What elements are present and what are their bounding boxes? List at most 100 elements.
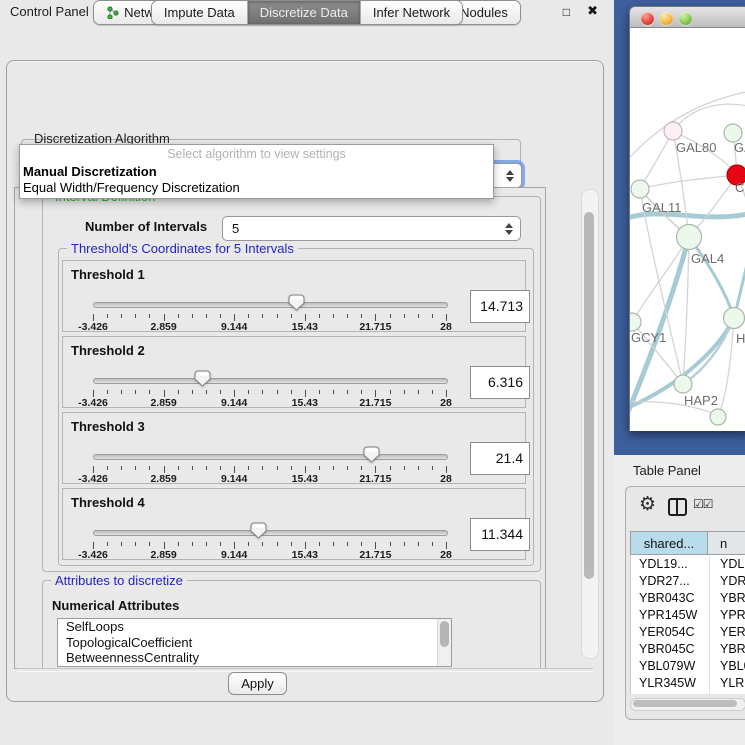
slider-track[interactable] (93, 530, 448, 536)
table-horizontal-scrollbar[interactable] (630, 698, 745, 711)
tick-mark (305, 542, 306, 549)
tick-mark (135, 390, 136, 394)
tick-mark (375, 390, 376, 397)
slider-handle[interactable] (194, 370, 211, 387)
node-label: GA (734, 140, 745, 155)
columns-icon[interactable] (668, 498, 687, 516)
cell-name: YBL0 (709, 657, 745, 674)
threshold-value-field[interactable]: 6.316 (470, 366, 530, 399)
slider-handle[interactable] (363, 446, 380, 463)
table-row[interactable]: YDL19...YDL1 (631, 555, 745, 572)
number-of-intervals-spinner[interactable]: 5 (222, 216, 521, 241)
scrollbar-thumb[interactable] (633, 700, 737, 707)
tick-mark (432, 314, 433, 318)
tick-mark (361, 390, 362, 394)
column-header-shared-name[interactable]: shared... (630, 531, 708, 555)
cell-name: YER0 (709, 623, 745, 640)
tick-mark (305, 390, 306, 397)
attribute-item[interactable]: BetweennessCentrality (58, 650, 451, 666)
table-row[interactable]: YER054CYER0 (631, 623, 745, 640)
tab-impute-data[interactable]: Impute Data (152, 1, 247, 24)
network-node[interactable] (677, 225, 702, 250)
apply-button[interactable]: Apply (228, 672, 287, 695)
tick-mark (121, 466, 122, 470)
control-panel-window: Control Panel □ ✖ NetworkStyleSelectCyni… (0, 0, 614, 745)
tab-discretize-data[interactable]: Discretize Data (247, 1, 360, 24)
tick-mark (135, 314, 136, 318)
table-row[interactable]: YLR345WYLR3 (631, 674, 745, 691)
cyni-toolbox-panel: Discretization Algorithm Select algorith… (6, 60, 604, 702)
tick-label: -3.426 (70, 549, 116, 561)
tick-mark (277, 466, 278, 470)
popup-item-manual-discretization[interactable]: Manual Discretization (23, 164, 157, 179)
network-node[interactable] (631, 180, 649, 198)
settings-scroll-viewport: Interval Definition Number of Intervals … (14, 187, 546, 669)
threshold-value-field[interactable]: 21.4 (470, 442, 530, 475)
tick-mark (149, 466, 150, 470)
tick-mark (178, 542, 179, 546)
table-row[interactable]: YDR27...YDR2 (631, 572, 745, 589)
network-node[interactable] (674, 375, 692, 393)
scrollbar-thumb[interactable] (440, 621, 449, 647)
table-row[interactable]: YBL079WYBL0 (631, 657, 745, 674)
network-window-titlebar[interactable] (629, 6, 745, 28)
slider-track[interactable] (93, 454, 448, 460)
numerical-attributes-label: Numerical Attributes (52, 598, 179, 613)
threshold-value-field[interactable]: 14.713 (470, 290, 530, 323)
algorithm-placeholder-item[interactable]: Select algorithm to view settings (20, 147, 493, 161)
tick-label: 9.144 (211, 321, 257, 333)
slider-handle[interactable] (288, 294, 305, 311)
scrollbar-thumb[interactable] (584, 212, 594, 579)
attribute-item[interactable]: TopologicalCoefficient (58, 635, 451, 651)
network-node[interactable] (724, 308, 745, 329)
tick-label: 9.144 (211, 397, 257, 409)
tick-mark (333, 390, 334, 394)
attributes-list-scrollbar[interactable] (437, 619, 451, 666)
threshold-value-field[interactable]: 11.344 (470, 518, 530, 551)
tick-mark (390, 390, 391, 394)
close-traffic-light-icon[interactable] (641, 12, 654, 25)
table-row[interactable]: YPR145WYPR1 (631, 606, 745, 623)
table-row[interactable]: YIL052CYIL0 (631, 691, 745, 694)
numerical-attributes-list[interactable]: SelfLoopsTopologicalCoefficientBetweenne… (57, 618, 452, 667)
column-header-name[interactable]: n (708, 531, 745, 555)
tick-label: 2.859 (141, 549, 187, 561)
tick-mark (164, 542, 165, 549)
tick-mark (121, 314, 122, 318)
table-panel: Table Panel ⚙ ☑☑ shared... n YDL19...YDL… (614, 455, 745, 745)
minimize-traffic-light-icon[interactable] (660, 12, 673, 25)
tick-mark (446, 314, 447, 321)
slider-track[interactable] (93, 378, 448, 384)
popup-item-equal-width-frequency[interactable]: Equal Width/Frequency Discretization (23, 180, 240, 195)
tick-mark (234, 314, 235, 321)
table-row[interactable]: YBR045CYBR0 (631, 640, 745, 657)
tick-mark (107, 542, 108, 546)
gear-icon[interactable]: ⚙ (639, 493, 656, 516)
network-node[interactable] (630, 313, 641, 331)
node-label: GCY1 (631, 330, 666, 345)
network-node[interactable] (710, 409, 726, 425)
slider-handle[interactable] (250, 522, 267, 539)
network-edge (640, 131, 673, 189)
checkboxes-icon[interactable]: ☑☑ (693, 497, 713, 511)
tick-mark (305, 314, 306, 321)
tick-mark (121, 390, 122, 394)
button-bar-separator (17, 668, 593, 672)
panel-vertical-scrollbar[interactable] (581, 189, 599, 659)
tick-mark (121, 542, 122, 546)
tick-label: 28 (423, 397, 469, 409)
zoom-traffic-light-icon[interactable] (679, 12, 692, 25)
slider-track[interactable] (93, 302, 448, 308)
table-body[interactable]: YDL19...YDL1YDR27...YDR2YBR043CYBR0YPR14… (630, 555, 745, 694)
attribute-item[interactable]: SelfLoops (58, 619, 451, 635)
tick-mark (277, 390, 278, 394)
tab-infer-network[interactable]: Infer Network (360, 1, 462, 24)
table-row[interactable]: YBR043CYBR0 (631, 589, 745, 606)
threshold-rows: Threshold 1-3.4262.8599.14415.4321.71528… (62, 260, 528, 564)
network-canvas[interactable]: GAL80GACGAL11GAL4GCY1HHAP2 (629, 28, 745, 431)
network-node[interactable] (664, 122, 682, 140)
tick-label: 28 (423, 473, 469, 485)
tick-mark (149, 542, 150, 546)
tick-mark (446, 542, 447, 549)
tick-mark (93, 390, 94, 397)
